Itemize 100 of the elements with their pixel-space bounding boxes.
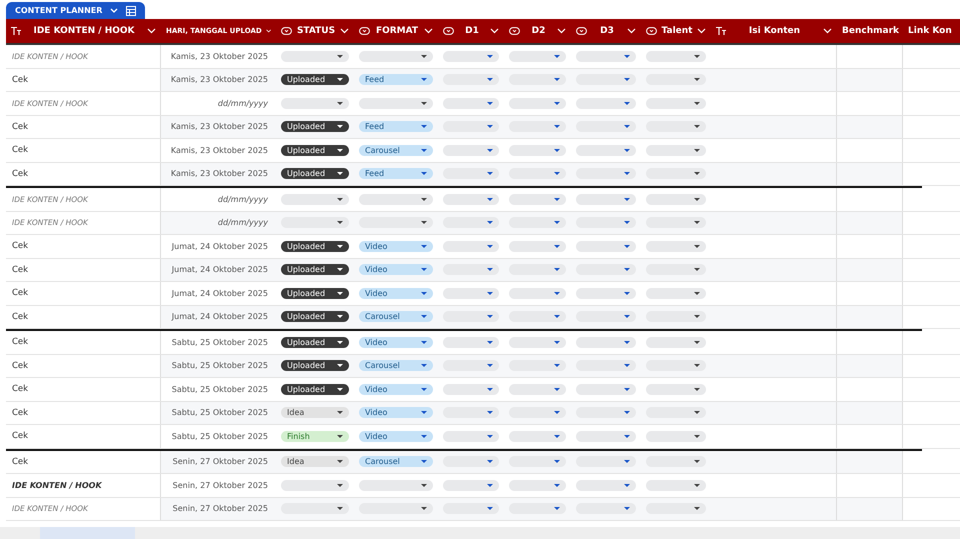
dropdown-field[interactable] <box>576 288 636 299</box>
chevron-down-icon[interactable] <box>557 28 566 34</box>
column-header[interactable]: D3 <box>571 19 641 43</box>
format-dropdown[interactable]: Carousel <box>359 311 433 322</box>
dropdown-field[interactable] <box>443 74 499 86</box>
dropdown-field[interactable] <box>646 144 706 156</box>
format-dropdown[interactable]: Carousel <box>359 144 433 156</box>
dropdown-field[interactable] <box>509 121 566 132</box>
dropdown-field[interactable] <box>576 74 636 86</box>
chevron-down-icon[interactable] <box>627 28 636 34</box>
format-dropdown[interactable]: Feed <box>359 74 433 86</box>
dropdown-field[interactable] <box>646 360 706 372</box>
dropdown-field[interactable] <box>509 217 566 228</box>
format-dropdown[interactable] <box>359 480 433 491</box>
status-dropdown[interactable]: Uploaded <box>281 74 349 86</box>
dropdown-field[interactable] <box>646 407 706 418</box>
dropdown-field[interactable] <box>646 456 706 468</box>
status-dropdown[interactable]: Uploaded <box>281 384 349 395</box>
dropdown-field[interactable] <box>646 121 706 132</box>
status-dropdown[interactable]: Uploaded <box>281 144 349 156</box>
dropdown-field[interactable] <box>443 240 499 252</box>
table-icon[interactable] <box>126 6 136 16</box>
dropdown-field[interactable] <box>509 264 566 276</box>
column-header[interactable]: D1 <box>438 19 504 43</box>
column-header[interactable]: D2 <box>504 19 571 43</box>
dropdown-field[interactable] <box>646 503 706 514</box>
status-dropdown[interactable] <box>281 480 349 491</box>
dropdown-field[interactable] <box>646 194 706 205</box>
chevron-down-icon[interactable] <box>424 28 433 34</box>
dropdown-field[interactable] <box>443 144 499 156</box>
sheet-tab[interactable]: CONTENT PLANNER <box>6 2 146 19</box>
dropdown-field[interactable] <box>509 456 566 468</box>
chevron-down-icon[interactable] <box>823 28 832 34</box>
status-dropdown[interactable]: Uploaded <box>281 240 349 252</box>
format-dropdown[interactable] <box>359 50 433 62</box>
column-header[interactable]: Link Kon <box>903 19 960 43</box>
format-dropdown[interactable] <box>359 503 433 514</box>
dropdown-field[interactable] <box>646 311 706 322</box>
column-header[interactable]: Isi Konten <box>711 19 837 43</box>
dropdown-field[interactable] <box>576 503 636 514</box>
dropdown-field[interactable] <box>509 336 566 348</box>
status-dropdown[interactable]: Uploaded <box>281 264 349 276</box>
format-dropdown[interactable]: Carousel <box>359 456 433 468</box>
column-header[interactable]: Benchmark <box>837 19 903 43</box>
dropdown-field[interactable] <box>576 456 636 468</box>
status-dropdown[interactable] <box>281 50 349 62</box>
dropdown-field[interactable] <box>646 240 706 252</box>
dropdown-field[interactable] <box>509 503 566 514</box>
chevron-down-icon[interactable] <box>490 28 499 34</box>
format-dropdown[interactable]: Carousel <box>359 360 433 372</box>
dropdown-field[interactable] <box>443 407 499 418</box>
dropdown-field[interactable] <box>509 144 566 156</box>
dropdown-field[interactable] <box>646 50 706 62</box>
column-header[interactable]: STATUS <box>276 19 354 43</box>
format-dropdown[interactable]: Feed <box>359 121 433 132</box>
dropdown-field[interactable] <box>509 360 566 372</box>
chevron-down-icon[interactable] <box>340 28 349 34</box>
dropdown-field[interactable] <box>509 407 566 418</box>
dropdown-field[interactable] <box>576 311 636 322</box>
dropdown-field[interactable] <box>509 168 566 180</box>
dropdown-field[interactable] <box>576 360 636 372</box>
dropdown-field[interactable] <box>646 264 706 276</box>
dropdown-field[interactable] <box>576 407 636 418</box>
dropdown-field[interactable] <box>443 121 499 132</box>
dropdown-field[interactable] <box>576 98 636 109</box>
dropdown-field[interactable] <box>443 217 499 228</box>
status-dropdown[interactable] <box>281 503 349 514</box>
status-dropdown[interactable] <box>281 194 349 205</box>
dropdown-field[interactable] <box>443 168 499 180</box>
status-dropdown[interactable]: Finish <box>281 430 349 442</box>
dropdown-field[interactable] <box>443 98 499 109</box>
status-dropdown[interactable]: Idea <box>281 456 349 468</box>
dropdown-field[interactable] <box>576 194 636 205</box>
dropdown-field[interactable] <box>443 288 499 299</box>
dropdown-field[interactable] <box>443 430 499 442</box>
chevron-down-icon[interactable] <box>266 28 271 34</box>
chevron-down-icon[interactable] <box>147 28 156 34</box>
status-dropdown[interactable]: Uploaded <box>281 168 349 180</box>
dropdown-field[interactable] <box>509 98 566 109</box>
dropdown-field[interactable] <box>509 480 566 491</box>
dropdown-field[interactable] <box>443 384 499 395</box>
dropdown-field[interactable] <box>646 74 706 86</box>
dropdown-field[interactable] <box>646 336 706 348</box>
dropdown-field[interactable] <box>646 168 706 180</box>
dropdown-field[interactable] <box>576 264 636 276</box>
format-dropdown[interactable]: Video <box>359 288 433 299</box>
dropdown-field[interactable] <box>576 240 636 252</box>
chevron-down-icon[interactable] <box>110 8 118 14</box>
status-dropdown[interactable] <box>281 217 349 228</box>
dropdown-field[interactable] <box>646 98 706 109</box>
column-header[interactable]: FORMAT <box>354 19 438 43</box>
status-dropdown[interactable] <box>281 98 349 109</box>
format-dropdown[interactable]: Video <box>359 336 433 348</box>
status-dropdown[interactable]: Uploaded <box>281 360 349 372</box>
dropdown-field[interactable] <box>443 311 499 322</box>
chevron-down-icon[interactable] <box>697 28 706 34</box>
format-dropdown[interactable] <box>359 98 433 109</box>
format-dropdown[interactable]: Feed <box>359 168 433 180</box>
dropdown-field[interactable] <box>646 430 706 442</box>
dropdown-field[interactable] <box>443 503 499 514</box>
